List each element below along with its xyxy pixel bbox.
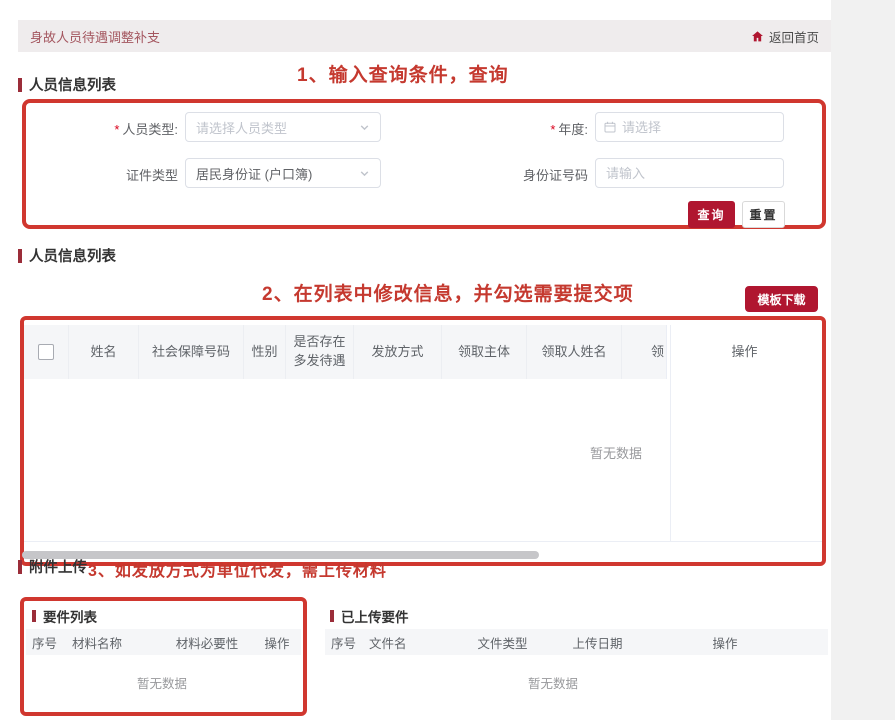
template-download-button[interactable]: 模板下载 <box>745 286 818 312</box>
person-table-body <box>24 379 822 542</box>
id-number-input[interactable] <box>596 166 783 181</box>
col-material-name: 材料名称 <box>66 633 161 652</box>
required-files-title: 要件列表 <box>32 606 97 626</box>
section-bar-icon <box>32 610 36 622</box>
uploaded-files-title: 已上传要件 <box>330 606 409 626</box>
query-button[interactable]: 查询 <box>688 201 735 228</box>
chevron-down-icon <box>359 168 370 179</box>
cert-type-select[interactable]: 居民身份证 (户口簿) <box>185 158 381 188</box>
id-number-field <box>595 158 784 188</box>
required-files-header: 序号 材料名称 材料必要性 操作 <box>26 629 301 655</box>
required-mark: * <box>114 122 119 137</box>
col-social-security-no: 社会保障号码 <box>139 325 244 379</box>
col-operation: 操作 <box>645 633 805 652</box>
col-material-necessity: 材料必要性 <box>161 633 253 652</box>
back-home-label: 返回首页 <box>769 27 819 46</box>
page: 身故人员待遇调整补支 返回首页 人员信息列表 1、输入查询条件，查询 *人员类型… <box>0 0 895 720</box>
col-gender: 性别 <box>244 325 286 379</box>
annotation-step1: 1、输入查询条件，查询 <box>297 60 509 87</box>
annotation-step3: 3、如发放方式为单位代发，需上传材料 <box>88 557 387 581</box>
section-bar-icon <box>18 560 22 574</box>
col-operation: 操作 <box>253 633 301 652</box>
select-all-checkbox[interactable] <box>38 344 54 360</box>
section-title-query: 人员信息列表 <box>18 74 116 95</box>
col-receiver-subject: 领取主体 <box>442 325 527 379</box>
year-label: *年度: <box>470 119 588 138</box>
section-title-list: 人员信息列表 <box>18 245 116 266</box>
id-number-label: 身份证号码 <box>470 165 588 184</box>
fixed-column-divider <box>670 325 671 542</box>
col-upload-date: 上传日期 <box>550 633 645 652</box>
col-file-type: 文件类型 <box>455 633 550 652</box>
section-bar-icon <box>18 249 22 263</box>
section-bar-icon <box>18 78 22 92</box>
section-title-attachments: 附件上传 <box>18 556 87 577</box>
person-table: 姓名 社会保障号码 性别 是否存在多发待遇 发放方式 领取主体 领取人姓名 领 … <box>24 325 822 542</box>
cert-type-label: 证件类型 <box>60 165 178 184</box>
required-files-empty-text: 暂无数据 <box>137 673 187 692</box>
col-file-name: 文件名 <box>363 633 455 652</box>
header-checkbox-cell <box>24 325 69 379</box>
col-receiver-name: 领取人姓名 <box>527 325 622 379</box>
uploaded-files-empty-text: 暂无数据 <box>528 673 578 692</box>
col-multi-benefit: 是否存在多发待遇 <box>286 325 354 379</box>
home-icon <box>751 30 764 43</box>
reset-button[interactable]: 重置 <box>742 201 785 228</box>
col-seq: 序号 <box>325 633 363 652</box>
col-operation: 操作 <box>666 325 822 379</box>
section-bar-icon <box>330 610 334 622</box>
annotation-step2: 2、在列表中修改信息，并勾选需要提交项 <box>262 279 634 306</box>
calendar-icon <box>604 121 616 133</box>
year-picker[interactable] <box>595 112 784 142</box>
top-bar: 身故人员待遇调整补支 返回首页 <box>18 20 831 52</box>
uploaded-files-header: 序号 文件名 文件类型 上传日期 操作 <box>325 629 828 655</box>
right-gutter <box>831 0 895 720</box>
page-title: 身故人员待遇调整补支 <box>30 27 160 46</box>
col-seq: 序号 <box>26 633 66 652</box>
required-mark: * <box>550 122 555 137</box>
year-input[interactable] <box>616 120 783 135</box>
back-home-link[interactable]: 返回首页 <box>751 27 819 46</box>
person-type-select[interactable]: 请选择人员类型 <box>185 112 381 142</box>
col-name: 姓名 <box>69 325 139 379</box>
table-empty-text: 暂无数据 <box>590 443 642 462</box>
chevron-down-icon <box>359 122 370 133</box>
col-payment-method: 发放方式 <box>354 325 442 379</box>
col-truncated: 领 <box>622 325 666 379</box>
person-table-header: 姓名 社会保障号码 性别 是否存在多发待遇 发放方式 领取主体 领取人姓名 领 … <box>24 325 822 379</box>
person-type-label: *人员类型: <box>60 119 178 138</box>
